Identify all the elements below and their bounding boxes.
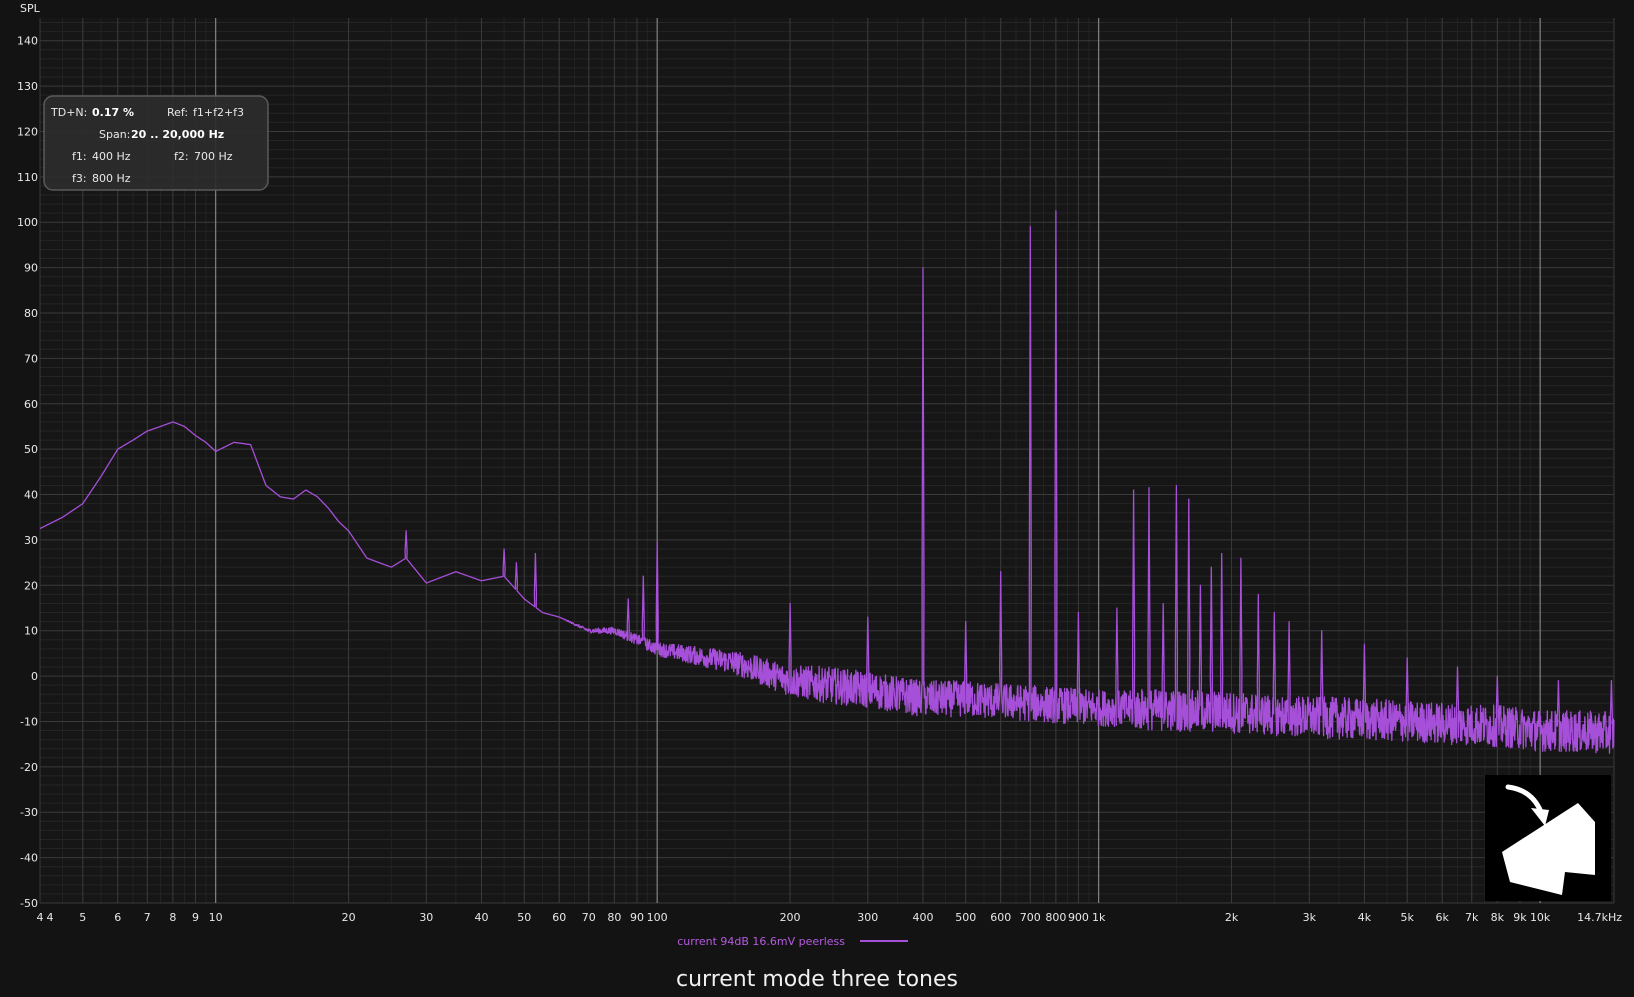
- thdn-label: TD+N:: [50, 106, 87, 119]
- x-tick-label: 5: [79, 911, 86, 924]
- f3-label: f3:: [72, 172, 87, 185]
- y-tick-label: 90: [24, 262, 38, 275]
- spectrum-chart: 1401301201101009080706050403020100-10-20…: [0, 0, 1634, 997]
- x-tick-label: 8k: [1491, 911, 1505, 924]
- y-tick-label: 70: [24, 352, 38, 365]
- y-tick-label: -30: [20, 806, 38, 819]
- f2-value: 700 Hz: [194, 150, 233, 163]
- x-tick-label: 6k: [1436, 911, 1450, 924]
- span-label: Span:: [99, 128, 130, 141]
- plot-area[interactable]: [40, 18, 1614, 903]
- x-tick-label: 5k: [1401, 911, 1415, 924]
- x-tick-label: 400: [912, 911, 933, 924]
- y-tick-label: 140: [17, 35, 38, 48]
- ref-value: f1+f2+f3: [193, 106, 244, 119]
- x-tick-label: 9: [192, 911, 199, 924]
- x-tick-label: 10k: [1530, 911, 1551, 924]
- x-tick-label: 800: [1045, 911, 1066, 924]
- y-tick-label: -40: [20, 852, 38, 865]
- y-tick-label: -20: [20, 761, 38, 774]
- x-tick-label: 30: [419, 911, 433, 924]
- thdn-info-panel[interactable]: TD+N: 0.17 % Ref: f1+f2+f3 Span: 20 .. 2…: [43, 95, 269, 191]
- x-tick-label: 300: [857, 911, 878, 924]
- y-tick-label: 10: [24, 625, 38, 638]
- y-tick-label: 110: [17, 171, 38, 184]
- x-tick-label: 700: [1020, 911, 1041, 924]
- x-tick-label: 50: [517, 911, 531, 924]
- y-tick-label: 100: [17, 216, 38, 229]
- y-tick-label: 120: [17, 125, 38, 138]
- x-tick-label: 80: [607, 911, 621, 924]
- x-tick-label: 1k: [1092, 911, 1106, 924]
- y-tick-label: 20: [24, 579, 38, 592]
- chart-caption: current mode three tones: [676, 967, 958, 992]
- y-axis-label: SPL: [20, 2, 41, 15]
- f1-label: f1:: [72, 150, 87, 163]
- x-tick-label: 9k: [1513, 911, 1527, 924]
- y-tick-label: 60: [24, 398, 38, 411]
- x-tick-label: 500: [955, 911, 976, 924]
- y-tick-label: 50: [24, 443, 38, 456]
- y-tick-label: -50: [20, 897, 38, 910]
- ref-label: Ref:: [167, 106, 188, 119]
- x-tick-label: 600: [990, 911, 1011, 924]
- x-tick-label: 70: [582, 911, 596, 924]
- x-tick-label: 20: [342, 911, 356, 924]
- x-tick-label: 6: [114, 911, 121, 924]
- f1-value: 400 Hz: [92, 150, 131, 163]
- x-tick-label: 7: [144, 911, 151, 924]
- y-tick-label: 40: [24, 489, 38, 502]
- x-tick-label: 2k: [1225, 911, 1239, 924]
- f2-label: f2:: [174, 150, 189, 163]
- x-tick-label: 7k: [1465, 911, 1479, 924]
- x-tick-label: 8: [169, 911, 176, 924]
- y-tick-label: 130: [17, 80, 38, 93]
- x-tick-label: 40: [474, 911, 488, 924]
- y-tick-label: 0: [31, 670, 38, 683]
- x-tick-label: 200: [780, 911, 801, 924]
- y-tick-label: 30: [24, 534, 38, 547]
- legend-series-name: current 94dB 16.6mV peerless: [677, 935, 845, 948]
- y-tick-label: -10: [20, 715, 38, 728]
- x-tick-label: 100: [647, 911, 668, 924]
- f3-value: 800 Hz: [92, 172, 131, 185]
- x-tick-label: 90: [630, 911, 644, 924]
- x-tick-label: 4k: [1358, 911, 1372, 924]
- span-value: 20 .. 20,000 Hz: [131, 128, 224, 141]
- x-tick-label: 4: [47, 911, 54, 924]
- house-arrow-icon: [1485, 775, 1611, 901]
- y-tick-label: 80: [24, 307, 38, 320]
- x-tick-label: 10: [209, 911, 223, 924]
- x-tick-label: 3k: [1303, 911, 1317, 924]
- x-tick-label: 900: [1068, 911, 1089, 924]
- x-tick-label: 14.7kHz: [1577, 911, 1622, 924]
- thdn-value: 0.17 %: [92, 106, 134, 119]
- x-tick-label: 60: [552, 911, 566, 924]
- x-tick-label: 4: [37, 911, 44, 924]
